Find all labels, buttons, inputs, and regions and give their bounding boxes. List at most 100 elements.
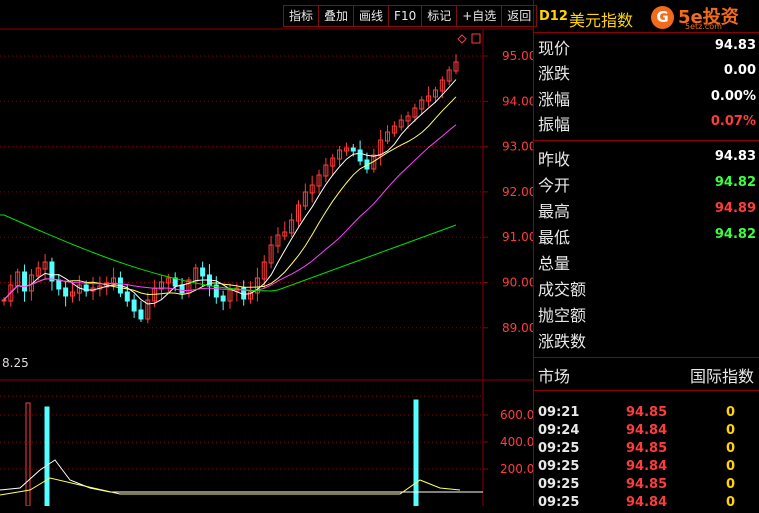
price-axis-label: 95.00 — [502, 49, 533, 63]
quote-value: 94.82 — [714, 175, 756, 190]
toolbar-button-0[interactable]: 指标 — [283, 5, 319, 27]
panel-toggle-icon — [471, 33, 481, 44]
chart-toolbar: 指标 叠加 画线 F10 标记 +自选 返回 — [283, 5, 538, 27]
tick-volume: 0 — [726, 441, 736, 456]
toolbar-button-4[interactable]: 标记 — [421, 5, 457, 27]
quote-value: 0.00% — [710, 89, 756, 104]
toolbar-button-1[interactable]: 叠加 — [318, 5, 354, 27]
instrument-header: D12 美元指数 G 5e投资 5etz.com — [534, 0, 759, 33]
quote-row: 抛空额 — [534, 301, 759, 325]
candle-body — [22, 271, 28, 292]
candle-body — [138, 309, 144, 320]
candle-body — [56, 279, 62, 290]
tick-row[interactable]: 09:24 94.84 0 — [534, 423, 759, 441]
divider — [534, 390, 759, 391]
toolbar-button-6[interactable]: 返回 — [501, 5, 538, 27]
quote-label: 振幅 — [538, 115, 571, 134]
tick-row[interactable]: 09:25 94.84 0 — [534, 495, 759, 513]
kline-chart[interactable]: 95.00 94.00 93.00 92.00 91.00 90.00 89.00 600.0… — [0, 0, 533, 506]
quote-label: 涨幅 — [538, 90, 571, 109]
quote-label: 抛空额 — [538, 306, 587, 325]
tick-price: 94.85 — [626, 477, 668, 492]
quote-row: 今开 94.82 — [534, 171, 759, 195]
quote-label: 昨收 — [538, 150, 571, 169]
quote-row: 最低 94.82 — [534, 223, 759, 247]
candle-body — [357, 149, 363, 162]
tick-price: 94.85 — [626, 405, 668, 420]
quote-label: 最高 — [538, 202, 571, 221]
tick-price: 94.85 — [626, 441, 668, 456]
quote-row: 现价 94.83 — [534, 34, 759, 58]
quote-label: 今开 — [538, 176, 571, 195]
quote-label: 涨跌 — [538, 64, 571, 83]
quote-panel: D12 美元指数 G 5e投资 5etz.com 现价 94.83 涨跌 0.00 涨幅… — [533, 0, 759, 510]
moving-average-line — [3, 96, 457, 301]
price-axis-label: 89.00 — [502, 321, 533, 335]
tick-row[interactable]: 09:21 94.85 0 — [534, 405, 759, 423]
quote-row: 昨收 94.83 — [534, 145, 759, 169]
quote-label: 成交额 — [538, 280, 587, 299]
tick-price: 94.84 — [626, 423, 668, 438]
tick-row[interactable]: 09:25 94.84 0 — [534, 459, 759, 477]
price-axis-label: 91.00 — [502, 230, 533, 244]
quote-value: 0.07% — [710, 114, 756, 129]
candle-body — [49, 261, 55, 282]
candle-body — [220, 295, 226, 302]
candle-body — [350, 147, 356, 152]
tick-time: 09:21 — [538, 405, 580, 420]
tick-time: 09:25 — [538, 477, 580, 492]
tick-row[interactable]: 09:25 94.85 0 — [534, 477, 759, 495]
quote-row: 成交额 — [534, 275, 759, 299]
quote-row: 振幅 0.07% — [534, 110, 759, 134]
quote-label: 最低 — [538, 228, 571, 247]
price-axis-label: 94.00 — [502, 94, 533, 108]
quote-row: 涨跌 0.00 — [534, 59, 759, 83]
tick-volume: 0 — [726, 495, 736, 510]
volume-bar — [413, 399, 419, 506]
volume-bar — [44, 406, 50, 506]
candle-body — [200, 267, 206, 277]
price-axis-label: 92.00 — [502, 185, 533, 199]
quote-label: 涨跌数 — [538, 332, 587, 351]
divider — [534, 357, 759, 358]
toolbar-button-2[interactable]: 画线 — [353, 5, 389, 27]
quote-row: 涨跌数 — [534, 327, 759, 351]
market-value: 国际指数 — [689, 367, 754, 386]
diamond-icon — [457, 34, 467, 44]
tick-price: 94.84 — [626, 459, 668, 474]
candle-body — [124, 291, 130, 302]
logo-sub: 5etz.com — [685, 22, 722, 31]
candle-body — [131, 299, 137, 312]
tick-volume: 0 — [726, 405, 736, 420]
moving-average-line — [0, 214, 457, 292]
market-row: 市场 国际指数 — [534, 362, 759, 388]
tick-row[interactable]: 09:25 94.85 0 — [534, 441, 759, 459]
candle-body — [179, 284, 185, 294]
volume-axis-label: 600.0 — [500, 408, 533, 422]
quote-value: 94.89 — [714, 201, 756, 216]
kline-chart-area[interactable]: 95.00 94.00 93.00 92.00 91.00 90.00 89.00 600.0… — [0, 0, 538, 506]
quote-value: 94.82 — [714, 227, 756, 242]
tick-volume: 0 — [726, 459, 736, 474]
divider — [534, 140, 759, 141]
quote-value: 0.00 — [723, 63, 756, 78]
quote-label: 现价 — [538, 39, 571, 58]
volume-axis-label: 200.0 — [500, 462, 533, 476]
tick-volume: 0 — [726, 423, 736, 438]
tick-time: 09:24 — [538, 423, 580, 438]
quote-value: 94.83 — [714, 149, 756, 164]
toolbar-button-3[interactable]: F10 — [388, 5, 422, 27]
quote-row: 涨幅 0.00% — [534, 85, 759, 109]
tick-price: 94.84 — [626, 495, 668, 510]
quote-row: 总量 — [534, 249, 759, 273]
candle-body — [63, 287, 69, 297]
price-axis-label: 93.00 — [502, 140, 533, 154]
toolbar-button-5[interactable]: +自选 — [456, 5, 502, 27]
candle-body — [1, 299, 7, 302]
logo-icon: G — [651, 6, 674, 29]
tick-time: 09:25 — [538, 459, 580, 474]
brand-logo: G 5e投资 5etz.com — [651, 4, 759, 32]
quote-row: 最高 94.89 — [534, 197, 759, 221]
volume-axis-label: 400.0 — [500, 435, 533, 449]
period-low-label: 8.25 — [2, 356, 29, 370]
